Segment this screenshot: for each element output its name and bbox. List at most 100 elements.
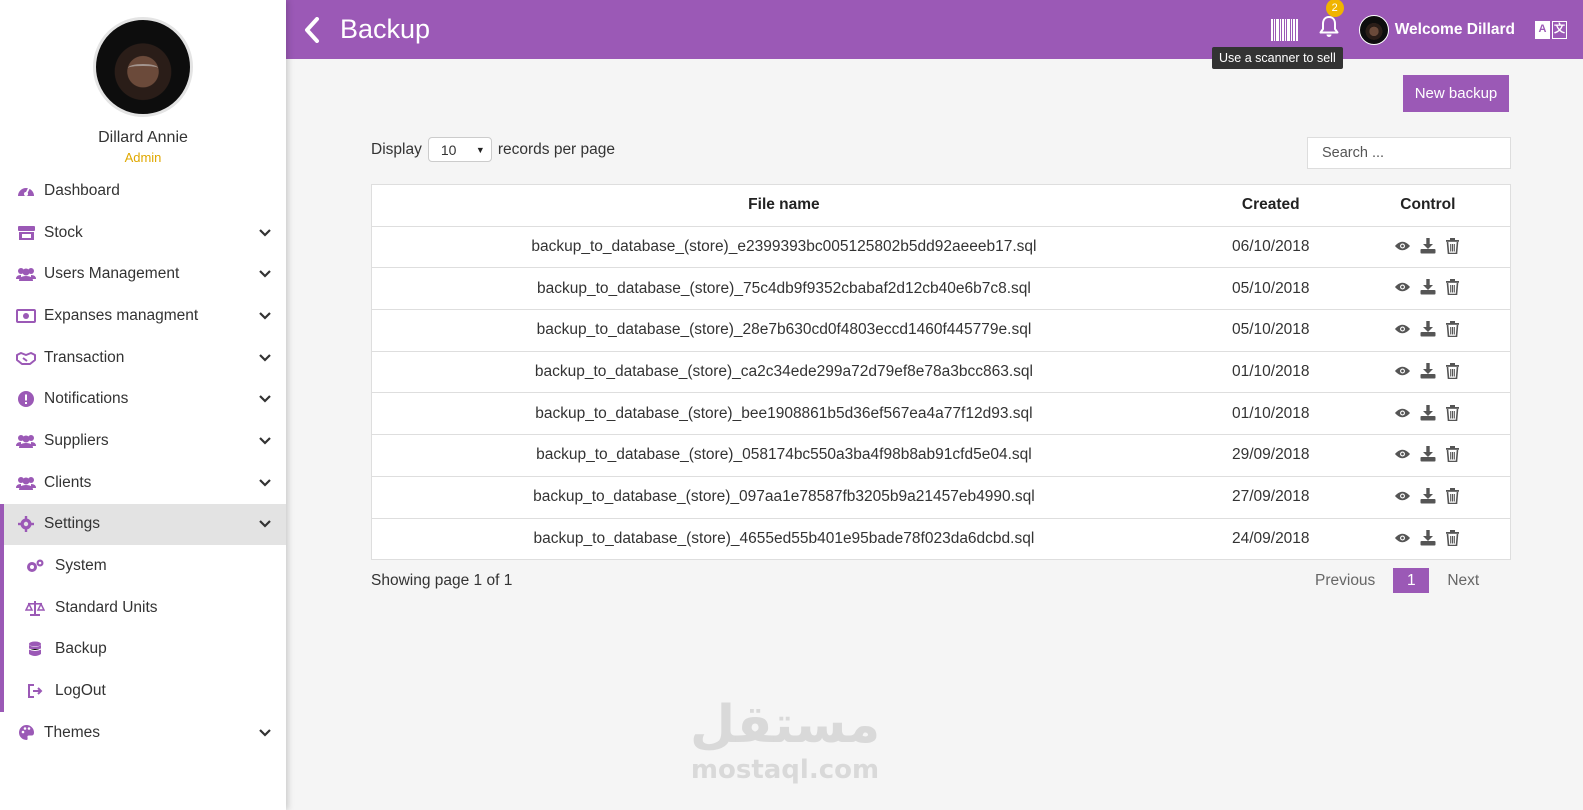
profile-avatar[interactable] <box>93 17 193 117</box>
file-name-cell: backup_to_database_(store)_097aa1e78587f… <box>371 475 1196 518</box>
sidebar-item-dashboard[interactable]: Dashboard <box>0 170 286 212</box>
trash-icon[interactable] <box>1444 446 1461 463</box>
trash-icon[interactable] <box>1444 279 1461 296</box>
download-icon[interactable] <box>1419 487 1436 504</box>
file-name-cell: backup_to_database_(store)_ca2c34ede299a… <box>371 350 1196 393</box>
eye-icon[interactable] <box>1394 362 1411 379</box>
download-icon[interactable] <box>1419 237 1436 254</box>
pagination: Previous 1 Next <box>1315 568 1479 593</box>
control-cell <box>1345 309 1511 352</box>
created-date-cell: 24/09/2018 <box>1195 517 1346 560</box>
sidebar-subitem-label: System <box>55 557 107 575</box>
trash-icon[interactable] <box>1444 321 1461 338</box>
notifications-bell[interactable]: 2 <box>1317 0 1344 44</box>
control-cell <box>1345 434 1511 477</box>
sidebar-menu: Dashboard Stock Users Management Expanses m… <box>0 170 286 754</box>
column-header-control: Control <box>1345 184 1511 227</box>
sidebar-item-suppliers[interactable]: Suppliers <box>0 420 286 462</box>
sidebar-item-transaction[interactable]: Transaction <box>0 337 286 379</box>
welcome-user-label[interactable]: Welcome Dillard <box>1395 21 1515 39</box>
trash-icon[interactable] <box>1444 237 1461 254</box>
created-date-cell: 01/10/2018 <box>1195 350 1346 393</box>
sidebar-item-themes[interactable]: Themes <box>0 712 286 754</box>
created-date-cell: 05/10/2018 <box>1195 309 1346 352</box>
trash-icon[interactable] <box>1444 404 1461 421</box>
current-page-button[interactable]: 1 <box>1393 568 1430 593</box>
download-icon[interactable] <box>1419 446 1436 463</box>
table-header-row: File name Created Control <box>371 184 1511 227</box>
store-icon <box>15 225 37 241</box>
chevron-down-icon[interactable] <box>258 726 272 740</box>
sidebar-subitem-standard-units[interactable]: Standard Units <box>0 586 286 629</box>
eye-icon[interactable] <box>1394 446 1411 463</box>
pagination-info: Showing page 1 of 1 <box>371 572 513 589</box>
records-per-page: Display 10 ▼ records per page <box>371 137 615 162</box>
sidebar-item-users-management[interactable]: Users Management <box>0 253 286 295</box>
eye-icon[interactable] <box>1394 487 1411 504</box>
sidebar-subitem-label: Backup <box>55 640 107 658</box>
caret-down-icon: ▼ <box>475 144 485 155</box>
control-cell <box>1345 475 1511 518</box>
language-icon[interactable]: A 文 <box>1535 20 1567 39</box>
sidebar-item-clients[interactable]: Clients <box>0 462 286 504</box>
sidebar-item-notifications[interactable]: Notifications <box>0 378 286 420</box>
notification-count-badge: 2 <box>1325 0 1344 17</box>
search-input[interactable] <box>1307 137 1511 169</box>
chevron-down-icon[interactable] <box>258 434 272 448</box>
watermark-arabic: مستقل <box>690 695 881 755</box>
users-icon <box>15 475 37 491</box>
top-bar: Backup 2 Welcome Dillard A 文 <box>286 0 1583 59</box>
display-label: Display <box>371 140 422 158</box>
eye-icon[interactable] <box>1394 404 1411 421</box>
sidebar-item-label: Stock <box>44 223 83 241</box>
watermark-latin: mostaql.com <box>690 755 880 785</box>
backup-table: File name Created Control backup_to_data… <box>371 184 1511 561</box>
previous-page-link[interactable]: Previous <box>1315 572 1375 590</box>
cogs-icon <box>24 558 46 574</box>
column-header-file-name[interactable]: File name <box>371 184 1196 227</box>
column-header-created[interactable]: Created <box>1195 184 1346 227</box>
sidebar-subitem-logout[interactable]: LogOut <box>0 670 286 712</box>
eye-icon[interactable] <box>1394 279 1411 296</box>
table-row: backup_to_database_(store)_4655ed55b401e… <box>371 517 1511 560</box>
sidebar-item-expanses-managment[interactable]: Expanses managment <box>0 295 286 337</box>
chevron-down-icon[interactable] <box>258 517 272 531</box>
user-avatar[interactable] <box>1358 14 1389 45</box>
file-name-cell: backup_to_database_(store)_4655ed55b401e… <box>371 517 1196 560</box>
chevron-down-icon[interactable] <box>258 476 272 490</box>
eye-icon[interactable] <box>1394 237 1411 254</box>
eye-icon[interactable] <box>1394 529 1411 546</box>
sidebar-item-stock[interactable]: Stock <box>0 212 286 254</box>
chevron-down-icon[interactable] <box>258 267 272 281</box>
trash-icon[interactable] <box>1444 362 1461 379</box>
chevron-down-icon[interactable] <box>258 309 272 323</box>
database-icon <box>24 641 46 657</box>
back-arrow-icon[interactable] <box>304 16 324 44</box>
download-icon[interactable] <box>1419 529 1436 546</box>
trash-icon[interactable] <box>1444 487 1461 504</box>
main-content: New backup Display 10 ▼ records per page… <box>286 59 1583 810</box>
trash-icon[interactable] <box>1444 529 1461 546</box>
file-name-cell: backup_to_database_(store)_bee1908861b5d… <box>371 392 1196 435</box>
chevron-down-icon[interactable] <box>258 392 272 406</box>
control-cell <box>1345 392 1511 435</box>
new-backup-button[interactable]: New backup <box>1403 75 1509 112</box>
download-icon[interactable] <box>1419 404 1436 421</box>
next-page-link[interactable]: Next <box>1447 572 1479 590</box>
download-icon[interactable] <box>1419 279 1436 296</box>
sidebar-subitem-backup[interactable]: Backup <box>0 628 286 671</box>
eye-icon[interactable] <box>1394 321 1411 338</box>
table-row: backup_to_database_(store)_097aa1e78587f… <box>371 475 1511 518</box>
profile-section: Dillard Annie Admin <box>0 0 286 170</box>
chevron-down-icon[interactable] <box>258 226 272 240</box>
barcode-scanner-icon[interactable] <box>1270 18 1299 41</box>
file-name-cell: backup_to_database_(store)_28e7b630cd0f4… <box>371 309 1196 352</box>
bell-icon <box>1319 16 1339 37</box>
sidebar-item-label: Users Management <box>44 265 180 283</box>
sidebar-subitem-system[interactable]: System <box>0 545 286 587</box>
sidebar-item-settings[interactable]: Settings <box>0 503 286 546</box>
download-icon[interactable] <box>1419 362 1436 379</box>
chevron-down-icon[interactable] <box>258 351 272 365</box>
per-page-select[interactable]: 10 ▼ <box>427 137 492 162</box>
download-icon[interactable] <box>1419 321 1436 338</box>
